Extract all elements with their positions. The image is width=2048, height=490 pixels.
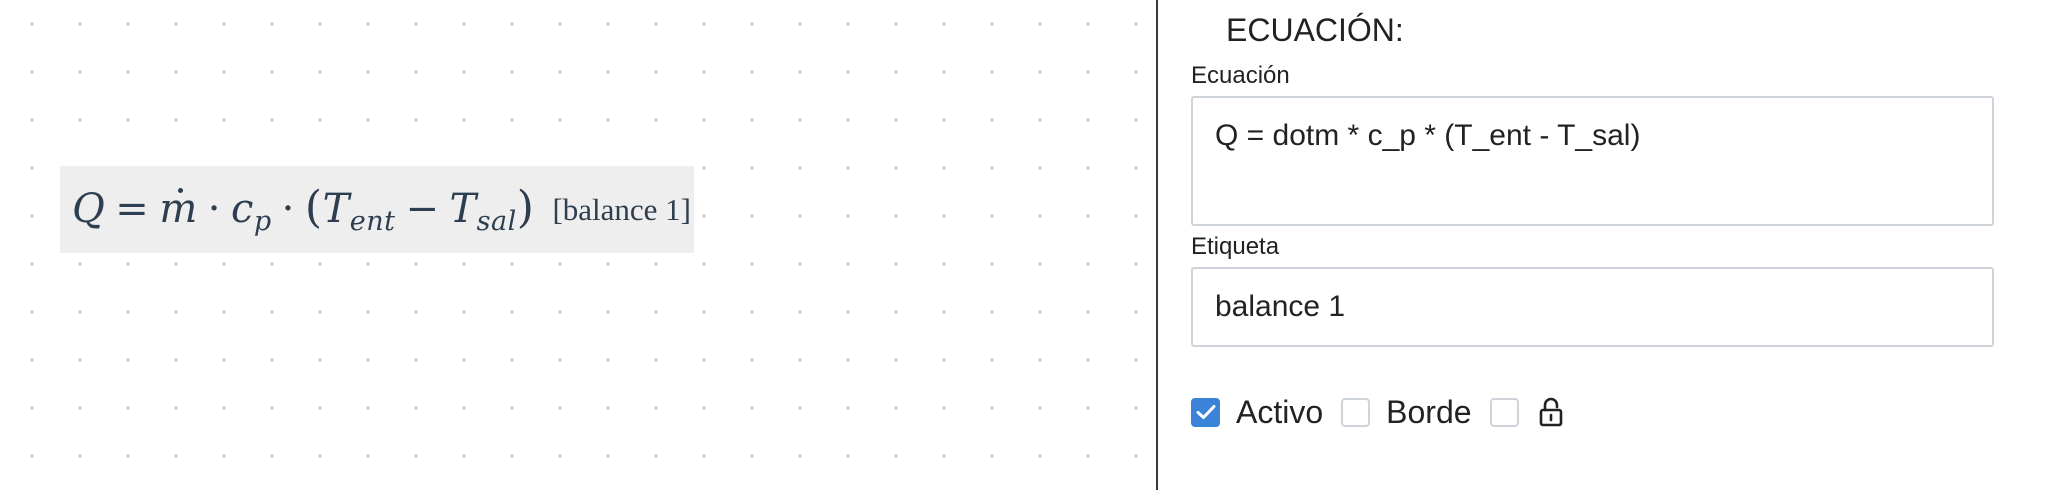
options-row: Activo Borde <box>1191 390 1583 434</box>
equation-tag: [balance 1] <box>552 191 691 227</box>
border-checkbox-option[interactable]: Borde <box>1341 394 1472 431</box>
eq-t-ent-subscript: ent <box>349 206 396 237</box>
eq-rparen: ) <box>516 182 535 233</box>
equation-block[interactable]: Q = m · cp · (Tent − Tsal) [balance 1] <box>60 166 694 253</box>
properties-panel: ECUACIÓN: Ecuación Q = dotm * c_p * (T_e… <box>1158 0 2048 490</box>
eq-c-subscript: p <box>253 206 272 237</box>
border-checkbox[interactable] <box>1341 397 1371 427</box>
eq-dot-operator: · <box>207 186 221 232</box>
equation-input[interactable]: Q = dotm * c_p * (T_ent - T_sal) <box>1191 96 1994 226</box>
active-checkbox[interactable] <box>1191 397 1220 427</box>
equation-field-label: Ecuación <box>1191 62 1290 89</box>
checkmark-icon <box>1196 405 1215 419</box>
eq-equals: = <box>115 186 150 232</box>
equation-math: Q = m · cp · (Tent − Tsal) <box>72 182 534 237</box>
eq-dot-operator-2: · <box>281 186 295 232</box>
panel-title: ECUACIÓN: <box>1226 12 1404 48</box>
equation-canvas[interactable]: Q = m · cp · (Tent − Tsal) [balance 1] <box>0 0 1157 490</box>
tag-field-label: Etiqueta <box>1191 233 1280 260</box>
eq-lhs: Q <box>72 186 106 232</box>
eq-minus: − <box>405 186 440 232</box>
active-checkbox-option[interactable]: Activo <box>1191 394 1323 431</box>
eq-mdot: m <box>159 186 198 232</box>
eq-t-ent: T <box>322 186 350 232</box>
eq-t-sal: T <box>449 186 477 232</box>
eq-c: c <box>230 186 254 232</box>
active-checkbox-label[interactable]: Activo <box>1236 394 1323 431</box>
eq-lparen: ( <box>304 182 323 233</box>
lock-checkbox-option[interactable] <box>1489 396 1565 428</box>
tag-input[interactable] <box>1191 267 1994 347</box>
lock-checkbox[interactable] <box>1489 397 1519 427</box>
eq-t-sal-subscript: sal <box>476 206 517 237</box>
border-checkbox-label[interactable]: Borde <box>1386 394 1471 431</box>
lock-icon <box>1537 396 1565 428</box>
